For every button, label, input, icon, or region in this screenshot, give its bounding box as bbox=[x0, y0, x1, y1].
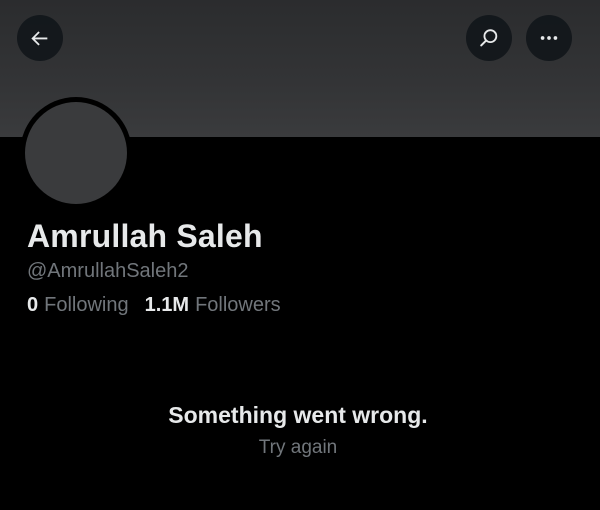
error-message: Something went wrong. bbox=[168, 402, 428, 428]
profile-handle: @AmrullahSaleh2 bbox=[27, 260, 189, 282]
avatar-ring bbox=[20, 97, 132, 209]
more-options-button[interactable] bbox=[526, 15, 572, 61]
following-link[interactable]: 0 Following bbox=[27, 294, 129, 317]
error-state: Something went wrong. Try again bbox=[0, 402, 600, 459]
following-count: 0 bbox=[27, 294, 39, 316]
back-button[interactable] bbox=[17, 15, 63, 61]
followers-label: Followers bbox=[195, 294, 281, 316]
search-icon bbox=[478, 27, 500, 49]
more-horizontal-icon bbox=[538, 27, 560, 49]
arrow-left-icon bbox=[29, 27, 51, 49]
try-again-link[interactable]: Try again bbox=[259, 437, 338, 459]
followers-count: 1.1M bbox=[144, 294, 190, 316]
followers-link[interactable]: 1.1M Followers bbox=[145, 294, 281, 317]
following-label: Following bbox=[44, 294, 129, 316]
profile-display-name: Amrullah Saleh bbox=[27, 218, 263, 254]
profile-stats: 0 Following 1.1M Followers bbox=[27, 294, 281, 317]
avatar[interactable] bbox=[25, 102, 127, 204]
search-button[interactable] bbox=[466, 15, 512, 61]
